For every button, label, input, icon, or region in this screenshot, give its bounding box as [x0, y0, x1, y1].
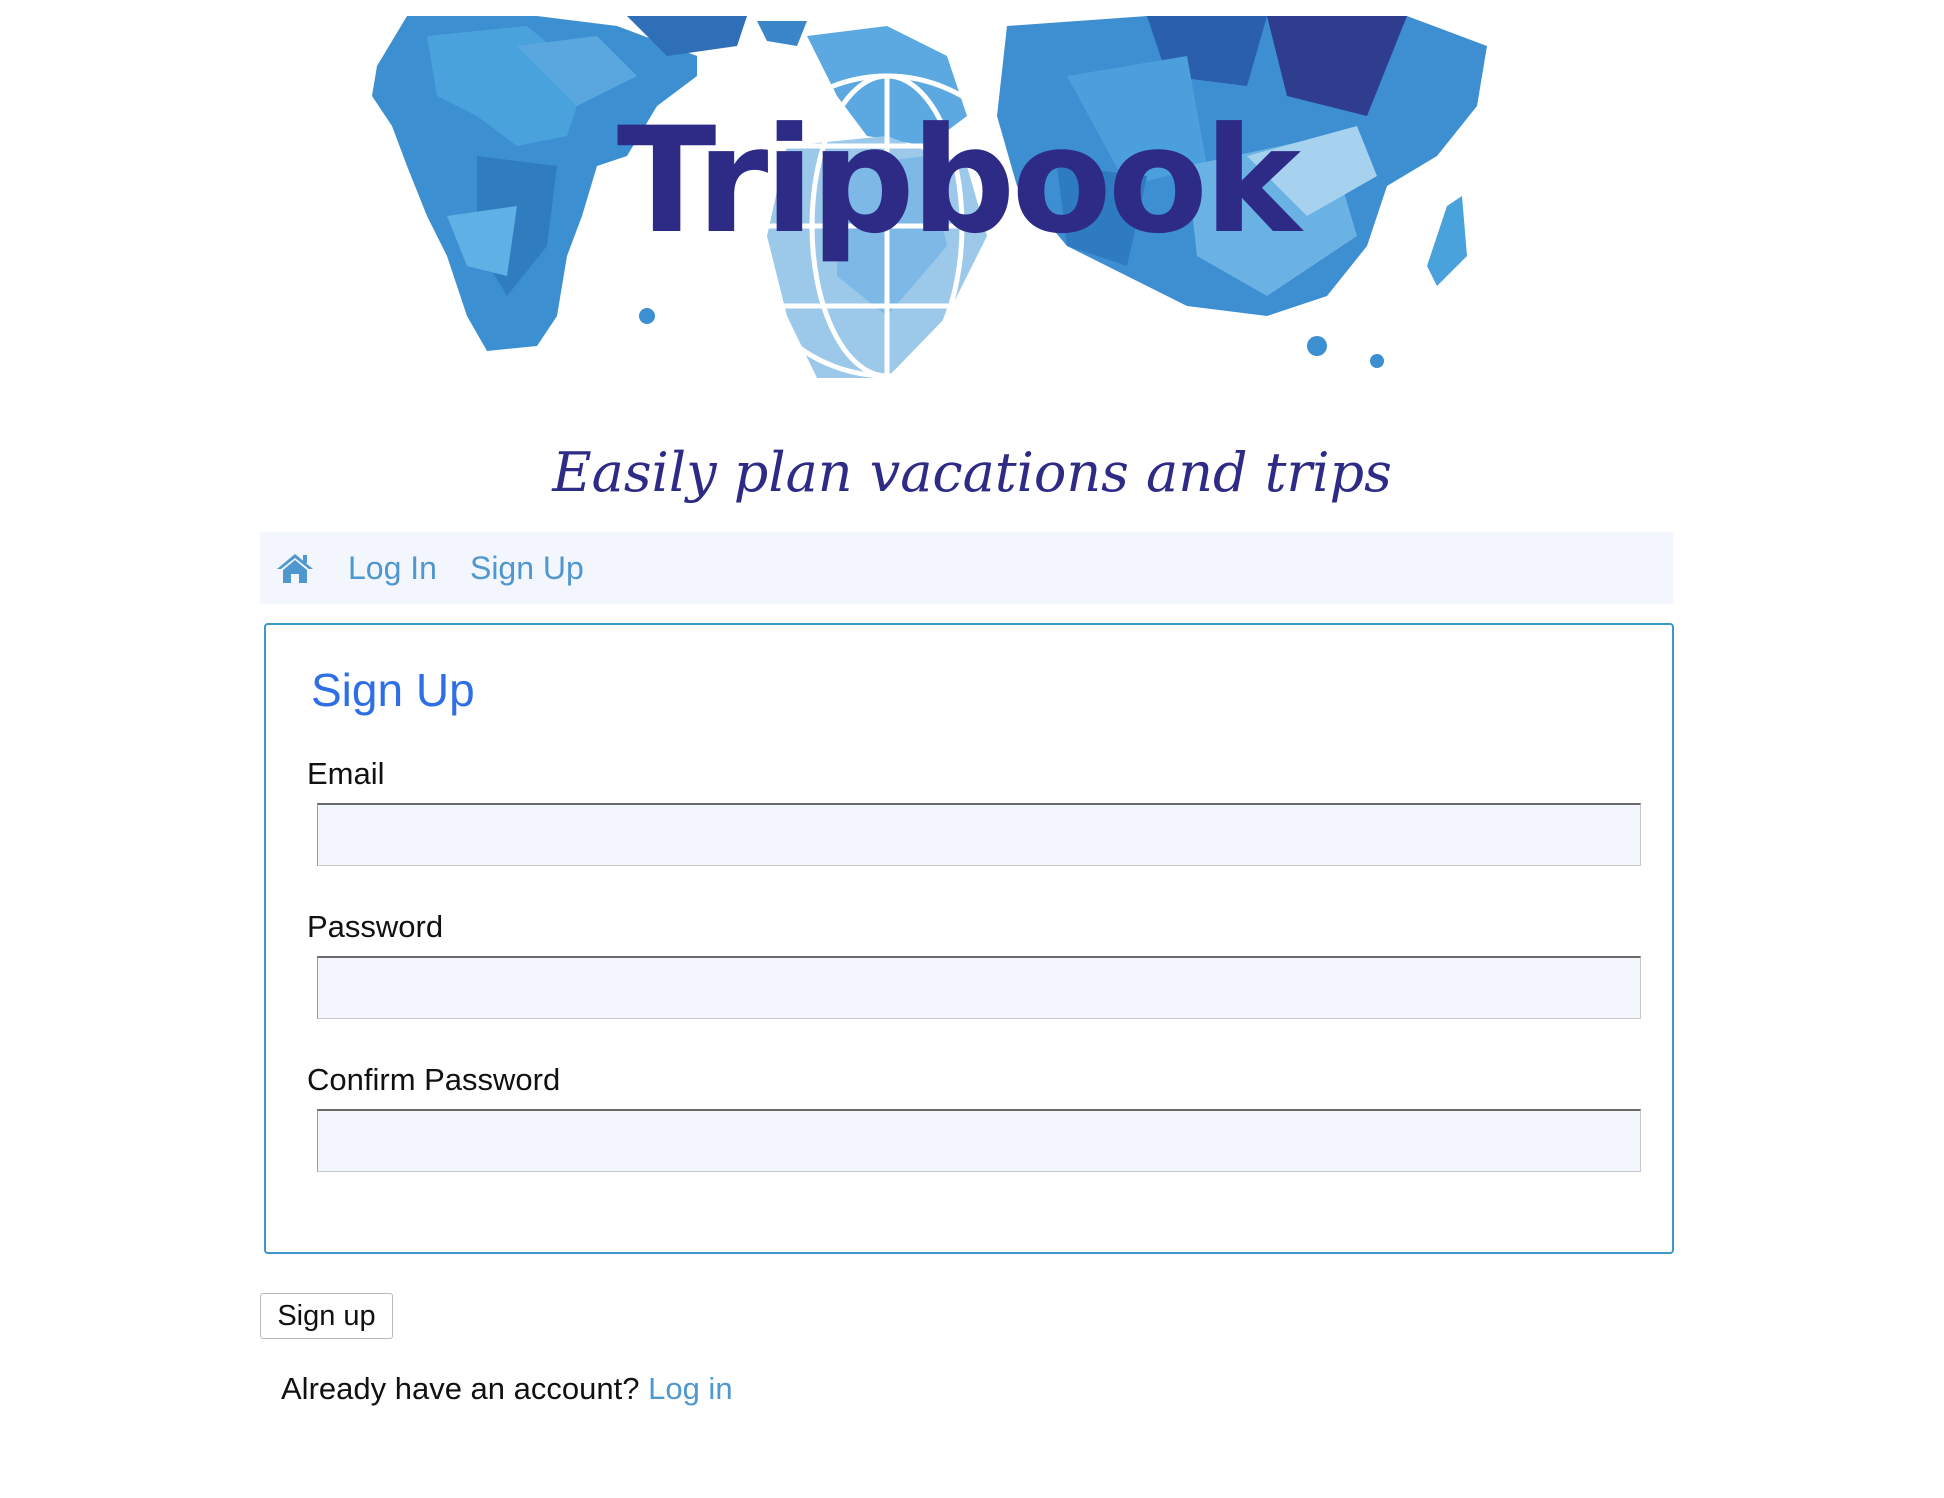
navbar: Log In Sign Up — [260, 532, 1673, 604]
email-field[interactable] — [317, 803, 1641, 866]
nav-link-sign-up[interactable]: Sign Up — [470, 550, 584, 587]
signup-page: Tripbook Easily plan vacations and trips… — [0, 0, 1944, 1498]
password-label: Password — [307, 909, 444, 944]
home-icon[interactable] — [276, 551, 316, 585]
email-label: Email — [307, 756, 385, 791]
login-prompt-text: Already have an account? — [281, 1371, 640, 1406]
confirm-password-field[interactable] — [317, 1109, 1641, 1172]
log-in-link[interactable]: Log in — [648, 1371, 732, 1406]
login-prompt: Already have an account? Log in — [281, 1373, 733, 1404]
sign-up-button[interactable]: Sign up — [260, 1293, 393, 1339]
confirm-password-label: Confirm Password — [307, 1062, 561, 1097]
tripbook-banner: Tripbook — [367, 16, 1547, 378]
tagline: Easily plan vacations and trips — [552, 441, 1392, 504]
tripbook-logo-text: Tripbook — [616, 96, 1301, 266]
form-title: Sign Up — [311, 664, 475, 716]
password-field[interactable] — [317, 956, 1641, 1019]
signup-form-card: Sign Up Email Password Confirm Password — [264, 623, 1674, 1254]
nav-link-log-in[interactable]: Log In — [348, 550, 437, 587]
